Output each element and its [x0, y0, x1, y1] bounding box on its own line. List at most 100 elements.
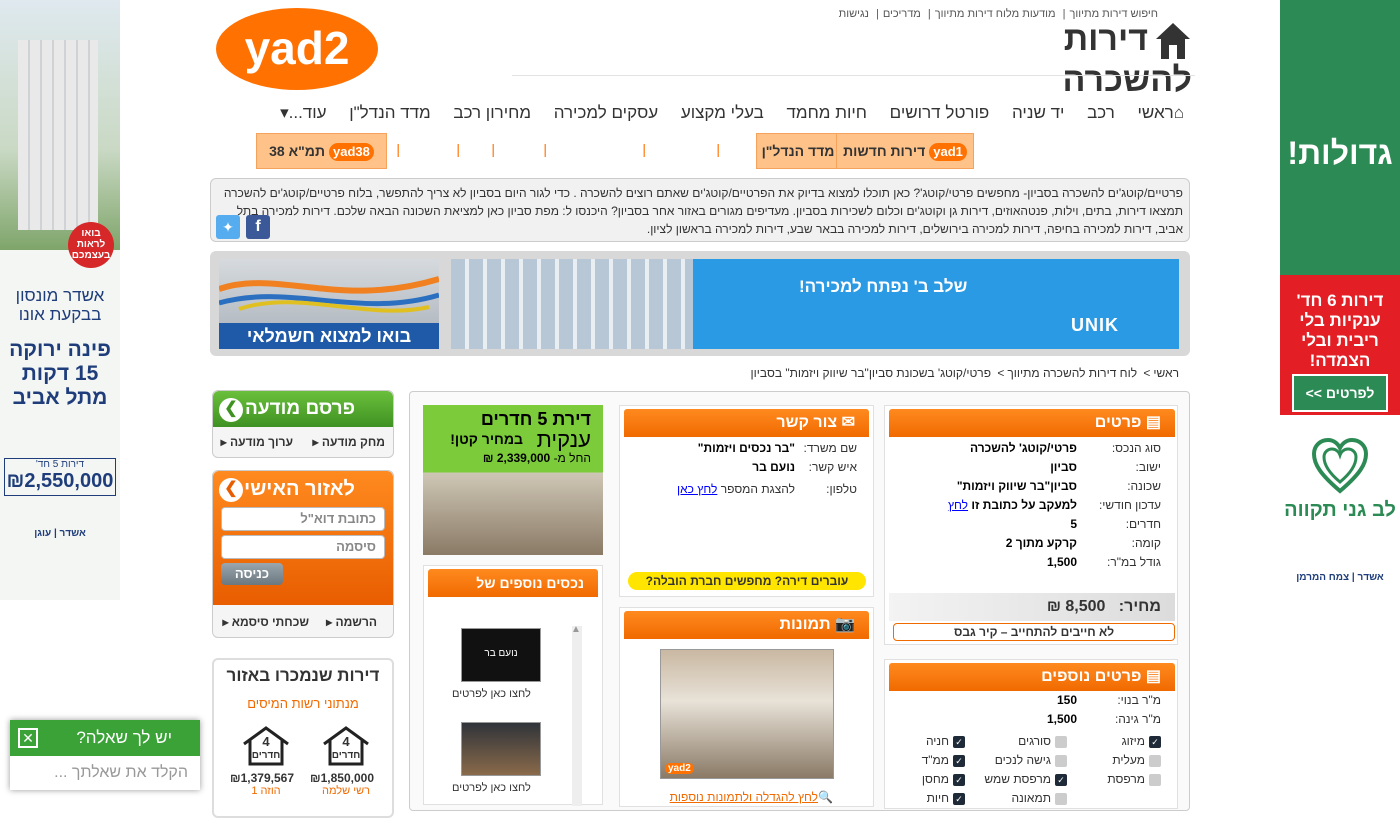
sold-item[interactable]: 4 חדרים ₪1,850,000 רשי שלמה: [310, 726, 374, 797]
top-link-agency-ads[interactable]: מודעות מלוח דירות מתיווך: [935, 8, 1056, 20]
feature-item: ✓ חניה: [926, 734, 965, 748]
sold-in-area-box: דירות שנמכרו באזור מנתוני רשות המיסים 4 …: [212, 658, 394, 818]
property-link[interactable]: לחצו כאן לפרטים: [452, 688, 531, 700]
divider: |: [396, 141, 400, 157]
sold-item[interactable]: 4 חדרים ₪1,379,567 הוזה 1: [230, 726, 294, 797]
nav-car-prices[interactable]: מחירון רכב: [453, 103, 531, 125]
moving-company-banner[interactable]: עוברים דירה? מחפשים חברת הובלה?: [628, 572, 866, 590]
nav-more[interactable]: עוד...▾: [280, 103, 326, 125]
chat-title: יש לך שאלה?: [76, 728, 172, 747]
top-link-guides[interactable]: מדריכים: [883, 8, 921, 20]
monthly-update-link[interactable]: לחץ: [948, 498, 968, 512]
nav-pros[interactable]: בעלי מקצוע: [681, 103, 764, 125]
twitter-icon[interactable]: ✦: [216, 215, 240, 239]
feature-item: ✓ ממ"ד: [922, 753, 965, 767]
sold-street: הוזה 1: [251, 785, 281, 797]
ad-price-label: דירות 5 חד': [35, 459, 85, 470]
email-field[interactable]: כתובת דוא"ל: [221, 507, 385, 531]
feature-item: ✓ חיות: [927, 791, 965, 805]
breadcrumb-board[interactable]: לוח דירות להשכרה מתיווך: [1007, 366, 1137, 380]
chevron-left-icon: ❯: [219, 478, 243, 502]
details-title: ▤ פרטים: [889, 409, 1175, 437]
delete-ad-link[interactable]: מחק מודעה ▸: [313, 435, 386, 449]
document-icon: ▤: [1141, 668, 1161, 685]
unik-banner[interactable]: שלב ב' נפתח למכירה! UNIK: [451, 259, 1179, 349]
ad-details-button[interactable]: לפרטים >>: [1292, 374, 1388, 412]
nav-business[interactable]: עסקים למכירה: [554, 103, 658, 125]
promo-tama38[interactable]: yad38תמ"א 38: [256, 133, 387, 169]
nav-realestate-index[interactable]: מדד הנדל"ן: [349, 103, 431, 125]
left-side-ad[interactable]: בואו לראות בעצמכם אשדר מונסון בבקעת אונו…: [0, 0, 120, 600]
unchecked-icon: [1055, 735, 1067, 748]
show-phone-link[interactable]: לחץ כאן: [677, 482, 717, 496]
main-photo[interactable]: yad2: [660, 649, 834, 779]
chevron-down-icon: ▾: [280, 103, 289, 122]
right-side-ad[interactable]: גדולות! דירות 6 חד' ענקיות בלי ריבית ובל…: [1280, 0, 1400, 600]
ad-logos: אשדר | עוגן: [34, 528, 86, 539]
ad-towers-image: [18, 40, 98, 230]
nav-jobs[interactable]: פורטל דרושים: [890, 103, 990, 125]
contact-row: טלפון:: [826, 482, 857, 496]
close-icon[interactable]: ✕: [18, 728, 38, 748]
promo-ad-line2: ענקית: [536, 427, 591, 452]
detail-value: 5: [1070, 517, 1077, 531]
top-link-accessibility[interactable]: נגישות: [839, 8, 869, 20]
promo-ad-price: 2,339,000 ₪: [482, 451, 551, 465]
chat-input[interactable]: הקלד את שאלתך ...: [10, 756, 200, 790]
price-label: מחיר:: [1118, 598, 1161, 615]
promo-new-apartments[interactable]: yad1דירות חדשות: [836, 133, 974, 169]
electrician-banner[interactable]: בואו למצוא חשמלאי: [219, 259, 439, 349]
publish-ad-button[interactable]: ❯ פרסם מודעה: [213, 391, 393, 427]
promo-ad-price-prefix: החל מ-: [553, 451, 591, 465]
photos-panel: 📷 תמונות yad2 🔍לחץ להגדלה ולתמונות נוספו…: [619, 607, 874, 807]
more-details-title-text: פרטים נוספים: [1041, 668, 1142, 685]
forgot-password-link[interactable]: שכחתי סיסמא ▸: [222, 615, 309, 629]
sold-rooms: 4: [262, 734, 270, 749]
scrollbar[interactable]: [572, 626, 582, 806]
nav-cars[interactable]: רכב: [1087, 103, 1115, 125]
property-link[interactable]: לחצו כאן לפרטים: [452, 782, 531, 794]
chat-header[interactable]: יש לך שאלה?: [10, 720, 200, 756]
unik-banner-text: שלב ב' נפתח למכירה!: [799, 277, 968, 296]
photo-watermark: yad2: [665, 763, 694, 774]
login-button[interactable]: כניסה: [221, 563, 283, 585]
detail-value: פרטי/קוטג' להשכרה: [969, 441, 1077, 455]
photos-title: 📷 תמונות: [624, 611, 869, 639]
breadcrumb-home[interactable]: ראשי: [1153, 366, 1179, 380]
check-icon: ✓: [1149, 735, 1161, 748]
password-field[interactable]: סיסמה: [221, 535, 385, 559]
nav-pets[interactable]: חיות מחמד: [787, 103, 867, 125]
feature-label: חניה: [925, 734, 949, 748]
yad2-logo[interactable]: yad2: [216, 8, 378, 90]
enlarge-photo-link[interactable]: 🔍לחץ להגדלה ולתמונות נוספות: [670, 790, 833, 804]
top-link-search-agency[interactable]: חיפוש דירות מתיווך: [1070, 8, 1158, 20]
sold-price: ₪1,850,000: [310, 771, 374, 785]
feature-label: מיזוג: [1121, 734, 1145, 748]
unchecked-icon: [1055, 792, 1067, 805]
sold-rooms-label: חדרים: [251, 750, 281, 761]
feature-label: ממ"ד: [921, 753, 949, 767]
facebook-icon[interactable]: f: [246, 215, 270, 239]
contact-title-text: צור קשר: [776, 414, 838, 431]
promo-apartment-ad[interactable]: דירת 5 חדרים ענקית במחיר קטן! החל מ- 2,3…: [423, 405, 603, 555]
nav-home[interactable]: ⌂ראשי: [1137, 103, 1184, 125]
detail-label: מ"ר בנוי:: [1117, 693, 1161, 707]
scroll-up-icon[interactable]: ▲: [571, 624, 581, 635]
nav-second-hand[interactable]: יד שניה: [1012, 103, 1064, 125]
feature-label: סורגים: [1018, 734, 1051, 748]
document-icon: ▤: [1141, 414, 1161, 431]
edit-ad-link[interactable]: ערוך מודעה ▸: [221, 435, 293, 449]
feature-label: מחסן: [921, 772, 949, 786]
personal-area-title[interactable]: לאזור האישי: [244, 478, 355, 500]
feature-item: ✓ מיזוג: [1122, 734, 1161, 748]
electrician-banner-text: בואו למצוא חשמלאי: [219, 323, 439, 349]
property-thumb[interactable]: [461, 722, 541, 776]
property-thumb[interactable]: נועם בר: [461, 628, 541, 682]
feature-item: גישה לנכים: [995, 753, 1067, 767]
contact-panel: ✉ צור קשר שם משרד: "בר נכסים ויזמות" איש…: [619, 405, 874, 597]
register-link[interactable]: הרשמה ▸: [326, 615, 377, 629]
promo-realestate-index[interactable]: מדד הנדל"ן: [756, 133, 840, 169]
check-icon: ✓: [1055, 773, 1067, 786]
details-panel: ▤ פרטים סוג הנכס: פרטי/קוטג' להשכרה ישוב…: [884, 405, 1178, 645]
detail-value: סביון: [1050, 460, 1077, 474]
